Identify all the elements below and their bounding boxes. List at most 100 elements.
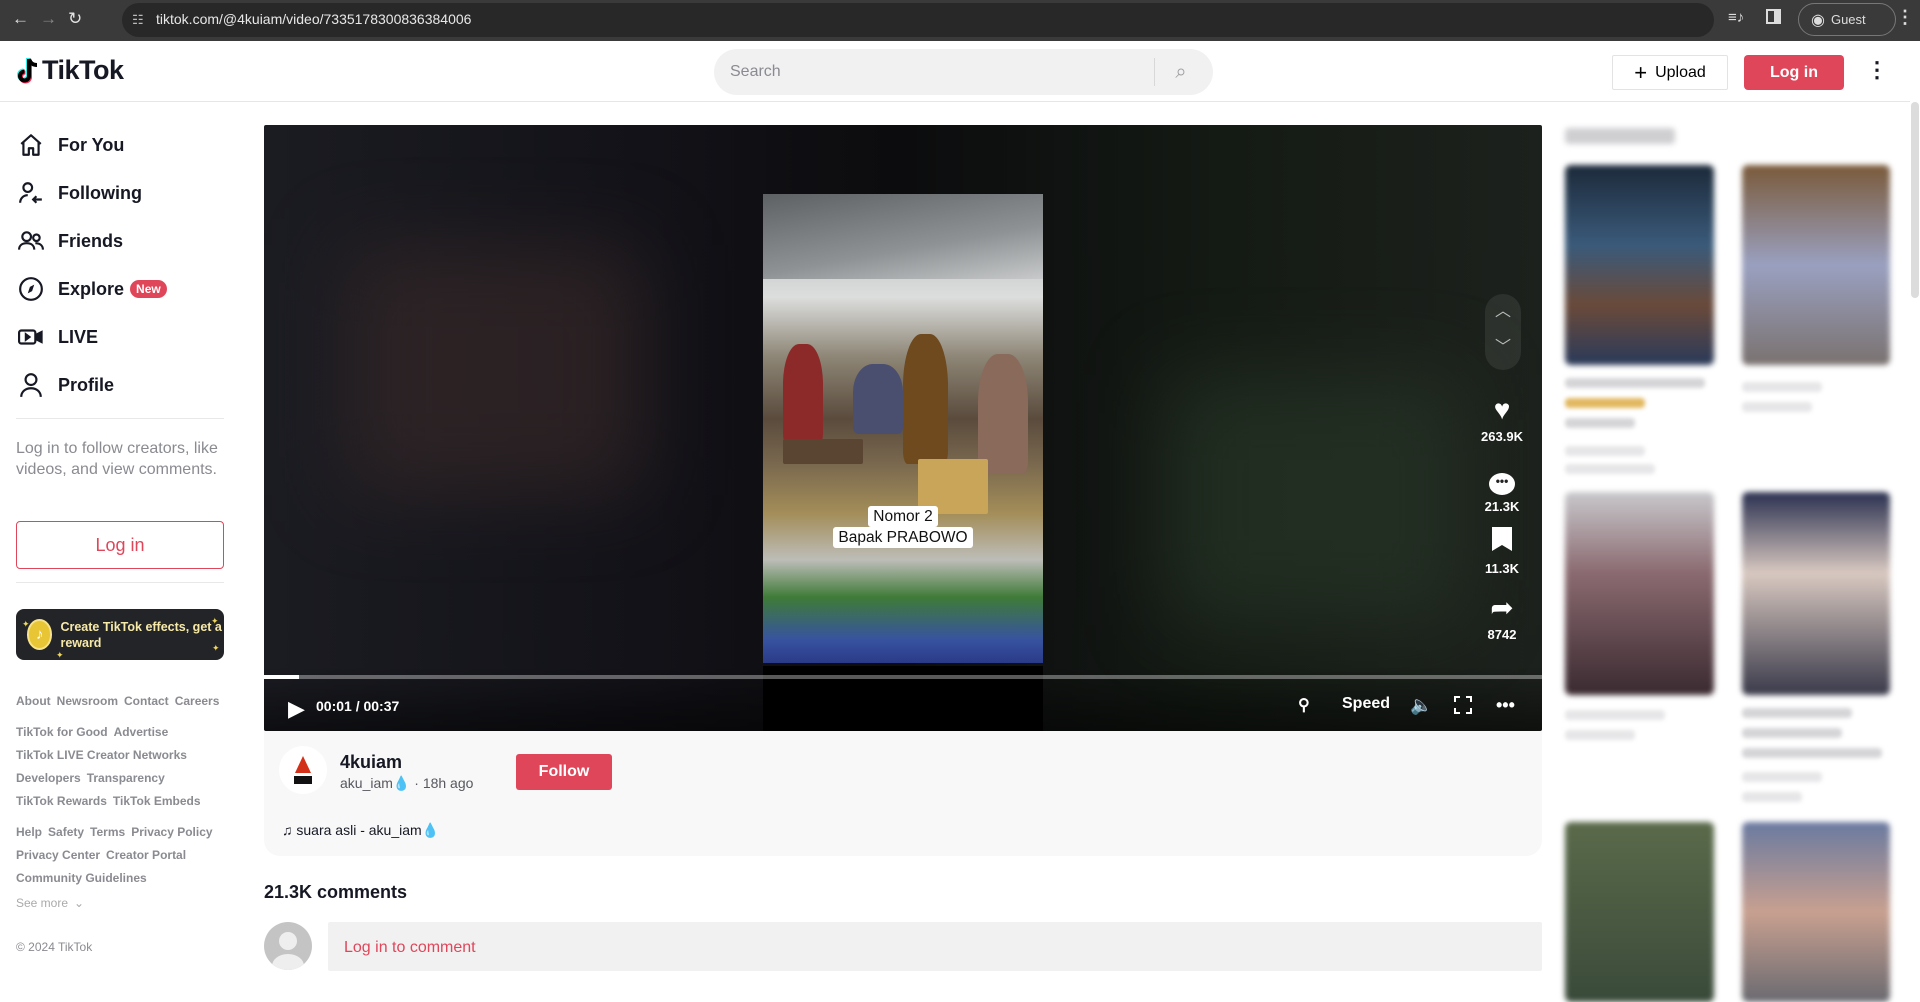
footer-link[interactable]: Transparency [87, 771, 165, 785]
footer-links-row: TikTok for Good Advertise [16, 725, 168, 739]
sidebar-login-button[interactable]: Log in [16, 521, 224, 569]
footer-links-row: Privacy Center Creator Portal [16, 848, 186, 862]
pin-icon[interactable]: ⚲ [1298, 695, 1310, 715]
footer-link[interactable]: Help [16, 825, 42, 839]
effects-reward-banner[interactable]: ✦ ✦ ✦ ✦ ♪ Create TikTok effects, get a rewa… [16, 609, 224, 660]
footer-link[interactable]: Advertise [114, 725, 169, 739]
search-icon[interactable]: ⌕ [1155, 61, 1207, 84]
recommended-video-thumb[interactable] [1742, 165, 1890, 365]
media-icon[interactable]: ≡♪ [1728, 9, 1744, 26]
footer-link[interactable]: Terms [90, 825, 125, 839]
browser-menu-icon[interactable]: ⋮ [1896, 7, 1914, 28]
chevron-up-icon[interactable]: ︿ [1485, 294, 1521, 330]
footer-link[interactable]: Newsroom [57, 694, 118, 708]
footer-link[interactable]: Community Guidelines [16, 871, 147, 885]
blurred-text [1742, 402, 1812, 412]
footer-link[interactable]: About [16, 694, 51, 708]
blurred-text [1565, 378, 1705, 388]
more-options-icon[interactable]: ⋮ [1866, 57, 1888, 83]
video-player[interactable]: Nomor 2 Bapak PRABOWO ▶ 00:01 / 00:37 ⚲ … [264, 125, 1542, 731]
sidebar-item-for-you[interactable]: For You [18, 125, 124, 165]
account-icon: ◉ [1811, 11, 1825, 29]
logo-text: TikTok [42, 55, 124, 85]
volume-icon[interactable]: 🔈 [1410, 695, 1432, 716]
blurred-text [1742, 708, 1852, 718]
share-button[interactable]: ➦ 8742 [1472, 593, 1532, 643]
recommended-video-thumb[interactable] [1565, 492, 1714, 695]
blurred-text [1742, 382, 1822, 392]
recommendations-heading-blurred [1565, 128, 1675, 144]
sidebar-item-profile[interactable]: Profile [18, 365, 114, 405]
recommended-video-thumb[interactable] [1565, 165, 1714, 365]
blurred-text [1565, 446, 1645, 456]
profile-button[interactable]: ◉ Guest [1798, 3, 1896, 36]
music-link[interactable]: ♫ suara asli - aku_iam💧 [282, 822, 439, 839]
comment-button[interactable]: ••• 21.3K [1472, 461, 1532, 514]
footer-link[interactable]: TikTok Rewards [16, 794, 107, 808]
tiktok-logo[interactable]: TikTok [16, 55, 124, 86]
footer-link[interactable]: Privacy Center [16, 848, 100, 862]
video-info-card: 4kuiam aku_iam💧 · 18h ago Follow ♫ suara… [264, 731, 1542, 856]
login-to-comment[interactable]: Log in to comment [328, 922, 1542, 971]
upload-label: Upload [1655, 63, 1706, 81]
profile-label: Guest [1830, 12, 1866, 27]
speed-button[interactable]: Speed [1342, 695, 1390, 713]
search-input[interactable] [714, 49, 1154, 95]
back-icon[interactable]: ← [12, 9, 29, 29]
footer-link[interactable]: Safety [48, 825, 84, 839]
footer-link[interactable]: Careers [175, 694, 220, 708]
chevron-down-icon[interactable]: ﹀ [1485, 330, 1521, 366]
side-panel-icon[interactable] [1766, 9, 1781, 24]
author-avatar[interactable] [279, 746, 327, 794]
address-bar[interactable]: ☷ tiktok.com/@4kuiam/video/7335178300836… [122, 3, 1714, 37]
author-name[interactable]: 4kuiam [340, 752, 402, 773]
fullscreen-icon[interactable] [1454, 696, 1472, 714]
save-button[interactable]: 11.3K [1472, 527, 1532, 576]
blurred-text [1742, 772, 1822, 782]
blurred-text [1565, 418, 1635, 428]
footer-link[interactable]: TikTok for Good [16, 725, 108, 739]
live-camera-icon [18, 329, 43, 345]
forward-icon[interactable]: → [40, 9, 57, 29]
more-icon[interactable]: ••• [1496, 695, 1515, 716]
music-note-icon: ♫ [282, 822, 297, 838]
tiktok-coin-icon: ♪ [27, 619, 53, 650]
header-login-button[interactable]: Log in [1744, 55, 1844, 90]
follow-button[interactable]: Follow [516, 754, 612, 790]
copyright: © 2024 TikTok [16, 940, 93, 954]
recommended-video-thumb[interactable] [1742, 492, 1890, 695]
footer-link[interactable]: Developers [16, 771, 81, 785]
footer-link[interactable]: Privacy Policy [131, 825, 212, 839]
video-caption-overlay: Nomor 2 Bapak PRABOWO [818, 506, 988, 548]
reload-icon[interactable]: ↻ [68, 9, 82, 29]
blurred-text [1742, 728, 1842, 738]
sidebar-item-explore[interactable]: Explore New [18, 269, 167, 309]
sidebar-item-following[interactable]: Following [18, 173, 142, 213]
plus-icon: + [1634, 59, 1648, 85]
friends-icon [18, 231, 44, 250]
play-icon[interactable]: ▶ [288, 696, 305, 722]
post-time: 18h ago [422, 775, 474, 791]
upload-button[interactable]: + Upload [1612, 55, 1728, 90]
footer-link[interactable]: Creator Portal [106, 848, 186, 862]
sidebar-item-label: LIVE [58, 326, 99, 347]
site-settings-icon[interactable]: ☷ [132, 12, 144, 28]
sidebar-item-live[interactable]: LIVE [18, 317, 98, 357]
author-handle: aku_iam💧 [340, 775, 411, 791]
recommended-video-thumb[interactable] [1742, 822, 1890, 1002]
sidebar-item-friends[interactable]: Friends [18, 221, 123, 261]
page-scrollbar[interactable] [1911, 102, 1919, 298]
sidebar-item-label: Following [58, 182, 142, 203]
like-button[interactable]: ♥ 263.9K [1472, 395, 1532, 445]
sidebar-item-label: For You [58, 134, 125, 155]
footer-link[interactable]: TikTok LIVE Creator Networks [16, 748, 187, 762]
footer-link[interactable]: TikTok Embeds [113, 794, 201, 808]
bookmark-icon [1472, 527, 1532, 557]
progress-bar[interactable] [264, 675, 1542, 679]
footer-link[interactable]: Contact [124, 694, 169, 708]
url-text[interactable]: tiktok.com/@4kuiam/video/733517830083638… [156, 11, 471, 27]
see-more-toggle[interactable]: See more ⌄ [16, 896, 84, 910]
sidebar-item-label: Friends [58, 230, 124, 251]
sidebar-divider [16, 418, 224, 419]
recommended-video-thumb[interactable] [1565, 822, 1714, 1002]
